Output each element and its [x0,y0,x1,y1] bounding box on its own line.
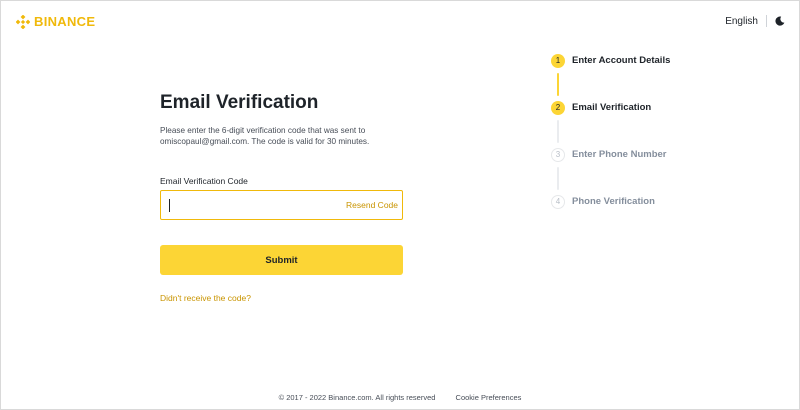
step-connector [557,120,559,143]
header-divider [766,15,767,27]
binance-logo-icon [16,14,30,29]
didnt-receive-code-link[interactable]: Didn't receive the code? [160,293,251,303]
step-enter-phone-number: 3 Enter Phone Number [551,148,751,195]
email-verification-form: Email Verification Please enter the 6-di… [160,91,403,303]
step-number: 3 [551,148,565,162]
step-number: 4 [551,195,565,209]
submit-button[interactable]: Submit [160,245,403,275]
moon-icon[interactable] [775,16,785,26]
step-phone-verification: 4 Phone Verification [551,195,751,242]
top-header: BINANCE English [1,1,799,43]
copyright-text: © 2017 - 2022 Binance.com. All rights re… [278,393,436,402]
cookie-preferences-link[interactable]: Cookie Preferences [456,393,522,402]
logo-text: BINANCE [34,14,96,29]
step-label: Enter Account Details [572,55,671,66]
resend-code-button[interactable]: Resend Code [346,200,398,210]
step-connector [557,167,559,190]
header-controls: English [725,15,785,27]
code-field-label: Email Verification Code [160,176,248,186]
step-connector [557,73,559,96]
page-footer: © 2017 - 2022 Binance.com. All rights re… [1,393,799,402]
step-enter-account-details: 1 Enter Account Details [551,54,751,101]
verification-code-input[interactable] [161,191,347,219]
step-label: Email Verification [572,102,652,113]
step-number: 1 [551,54,565,68]
page-title: Email Verification [160,92,319,113]
step-label: Enter Phone Number [572,149,667,160]
step-number: 2 [551,101,565,115]
language-selector[interactable]: English [725,16,758,27]
binance-logo[interactable]: BINANCE [16,14,95,29]
signup-stepper: 1 Enter Account Details 2 Email Verifica… [551,54,751,242]
step-label: Phone Verification [572,196,655,207]
code-input-wrapper: Resend Code [160,190,403,220]
text-caret [169,199,170,212]
step-email-verification: 2 Email Verification [551,101,751,148]
verification-description: Please enter the 6-digit verification co… [160,126,370,146]
